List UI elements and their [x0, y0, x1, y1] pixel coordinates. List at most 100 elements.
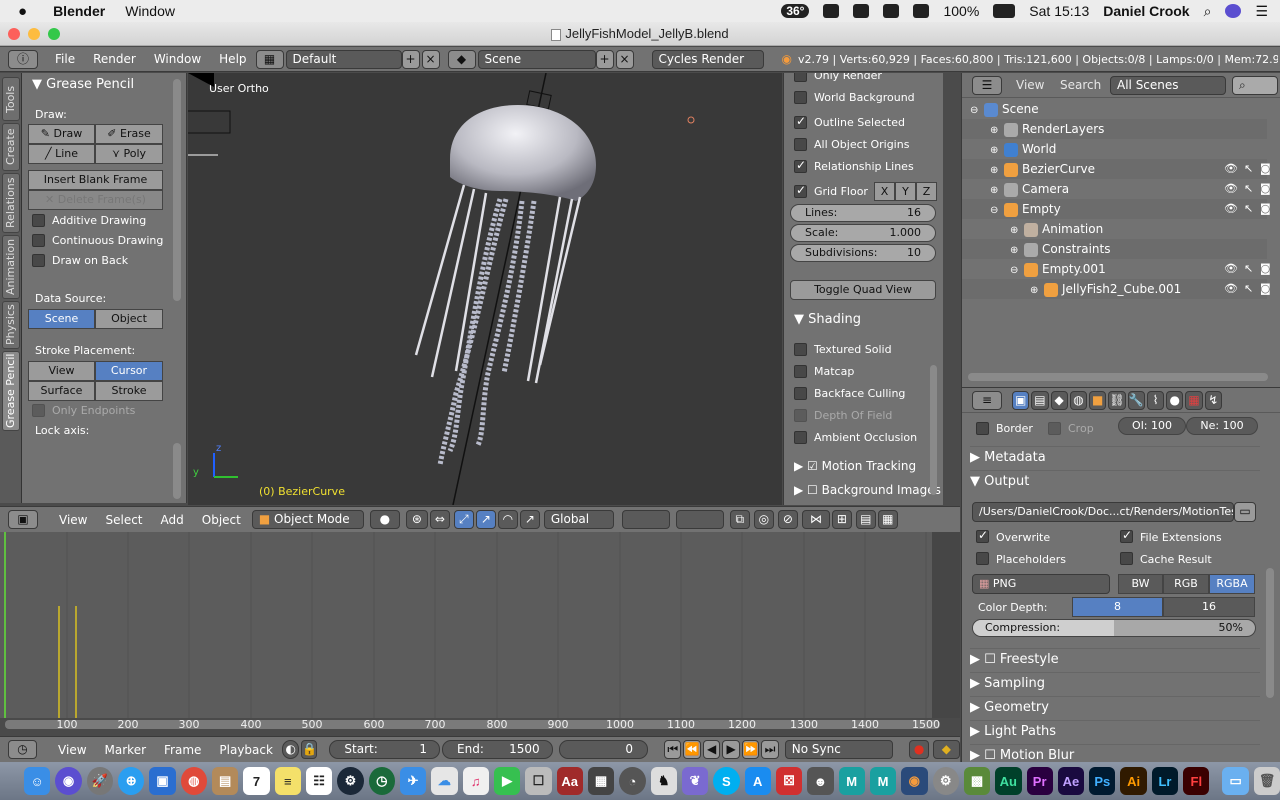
- audition-icon[interactable]: Au: [995, 767, 1022, 795]
- calculator-icon[interactable]: ▦: [587, 767, 615, 795]
- selectable-cursor-icon[interactable]: ↖: [1244, 199, 1253, 219]
- notes-icon[interactable]: ≡: [274, 767, 301, 795]
- timeline-area[interactable]: 100 200 300 400 500 600 700 800 900 1000 1100 1200 1…: [0, 532, 960, 736]
- menu-render[interactable]: Render: [84, 52, 145, 66]
- zoom-window-button[interactable]: [48, 28, 60, 40]
- tab-grease-pencil[interactable]: Grease Pencil: [2, 351, 20, 431]
- expand-toggle-icon[interactable]: ⊕: [990, 141, 1004, 161]
- play-reverse-button[interactable]: ◀: [702, 740, 721, 759]
- expand-toggle-icon[interactable]: ⊕: [1010, 241, 1024, 261]
- 3d-viewport[interactable]: User Ortho z y (0) BezierCurve: [188, 73, 782, 505]
- physics-tab-icon[interactable]: ↯: [1204, 391, 1222, 410]
- app-store-icon[interactable]: A: [744, 767, 771, 795]
- timeline-view-menu[interactable]: View: [49, 743, 95, 757]
- wifi-icon[interactable]: [913, 4, 930, 18]
- border-checkbox[interactable]: [976, 422, 989, 435]
- maya-icon[interactable]: M: [838, 767, 865, 795]
- placement-cursor-button[interactable]: Cursor: [95, 361, 163, 381]
- stopwatch-icon[interactable]: ◔: [619, 767, 646, 795]
- motion-tracking-panel-header[interactable]: ▶ ☑ Motion Tracking: [794, 459, 916, 473]
- start-frame-field[interactable]: Start: 1: [329, 740, 441, 759]
- shading-mode-button[interactable]: ●: [369, 510, 400, 529]
- clock[interactable]: Sat 15:13: [1029, 3, 1089, 19]
- ne-field[interactable]: Ne: 100: [1186, 417, 1258, 435]
- skype-icon[interactable]: S: [713, 767, 740, 795]
- lock-range-button[interactable]: 🔒: [301, 740, 318, 759]
- properties-editor-type-button[interactable]: ≡: [972, 391, 1002, 410]
- placeholders-checkbox[interactable]: [976, 552, 989, 565]
- render-tab-icon[interactable]: ▣: [1012, 391, 1030, 410]
- jump-end-button[interactable]: ⏭: [761, 740, 779, 759]
- chrome-icon[interactable]: ◍: [180, 767, 207, 795]
- renderable-camera-icon[interactable]: ◙: [1260, 179, 1271, 199]
- photos-icon[interactable]: ▣: [149, 767, 176, 795]
- minimize-window-button[interactable]: [28, 28, 40, 40]
- tab-physics[interactable]: Physics: [2, 301, 20, 349]
- cache-result-checkbox[interactable]: [1120, 552, 1133, 565]
- visibility-eye-icon[interactable]: 👁: [1224, 179, 1238, 199]
- selectable-cursor-icon[interactable]: ↖: [1244, 279, 1253, 299]
- background-images-panel-header[interactable]: ▶ ☐ Background Images: [794, 483, 941, 497]
- finder-icon[interactable]: ☺: [24, 767, 51, 795]
- selectable-cursor-icon[interactable]: ↖: [1244, 259, 1253, 279]
- add-menu[interactable]: Add: [152, 513, 193, 527]
- only-render-checkbox[interactable]: [794, 73, 807, 82]
- insert-blank-frame-button[interactable]: Insert Blank Frame: [28, 170, 163, 190]
- layer-buttons-a[interactable]: [621, 510, 670, 529]
- user-name[interactable]: Daniel Crook: [1103, 3, 1189, 19]
- renderable-camera-icon[interactable]: ◙: [1260, 279, 1271, 299]
- end-frame-field[interactable]: End: 1500: [442, 740, 553, 759]
- add-scene-button[interactable]: +: [595, 49, 614, 69]
- texture-tab-icon[interactable]: ▦: [1185, 391, 1203, 410]
- visibility-eye-icon[interactable]: 👁: [1224, 159, 1238, 179]
- properties-scrollbar[interactable]: [1266, 568, 1274, 698]
- outliner-row[interactable]: ⊕ Camera 👁 ↖ ◙: [962, 179, 1271, 201]
- menu-help[interactable]: Help: [210, 52, 255, 66]
- selectable-cursor-icon[interactable]: ↖: [1244, 159, 1253, 179]
- outliner-search-menu[interactable]: Search: [1060, 78, 1101, 92]
- cloud-app-icon[interactable]: ☁: [431, 767, 458, 795]
- object-menu[interactable]: Object: [193, 513, 250, 527]
- file-extensions-checkbox[interactable]: [1120, 528, 1133, 543]
- grid-floor-checkbox[interactable]: [794, 183, 807, 198]
- select-menu[interactable]: Select: [96, 513, 151, 527]
- matcap-checkbox[interactable]: [794, 365, 807, 378]
- expand-toggle-icon[interactable]: ⊖: [990, 201, 1004, 221]
- grid-scale-field[interactable]: Scale: 1.000: [790, 224, 936, 242]
- folder-browse-icon[interactable]: ▭: [1234, 502, 1256, 522]
- render-animation-button[interactable]: ▦: [877, 510, 898, 529]
- after-effects-icon[interactable]: Ae: [1057, 767, 1085, 795]
- data-source-object-button[interactable]: Object: [95, 309, 163, 329]
- expand-toggle-icon[interactable]: ⊕: [990, 161, 1004, 181]
- proportional-edit-button[interactable]: ◎: [753, 510, 774, 529]
- outliner-editor-type-button[interactable]: ☰: [972, 76, 1002, 95]
- line-button[interactable]: ╱ Line: [28, 144, 95, 164]
- rotate-arc-button[interactable]: ◠: [497, 510, 518, 529]
- selectable-cursor-icon[interactable]: ↖: [1244, 179, 1253, 199]
- apple-menu-icon[interactable]: ●: [0, 3, 37, 20]
- app-menu[interactable]: Blender: [37, 3, 115, 19]
- outliner-row[interactable]: ⊕ RenderLayers: [962, 119, 1267, 139]
- outliner-display-mode-select[interactable]: All Scenes: [1110, 76, 1226, 95]
- 3d-editor-type-button[interactable]: ▣: [8, 510, 38, 529]
- grid-axis-y-button[interactable]: Y: [895, 182, 916, 201]
- screen-layout-field[interactable]: Default: [285, 49, 402, 69]
- facetime-icon[interactable]: ▶: [493, 767, 521, 795]
- geometry-panel-header[interactable]: ▶ Geometry: [970, 696, 1260, 718]
- steam-icon[interactable]: ⚙: [337, 767, 364, 795]
- expand-toggle-icon[interactable]: ⊕: [990, 181, 1004, 201]
- expand-toggle-icon[interactable]: ⊖: [1010, 261, 1024, 281]
- shading-panel-header[interactable]: ▼ Shading: [794, 312, 861, 327]
- metadata-panel-header[interactable]: ▶ Metadata: [970, 446, 1260, 468]
- jump-keyframe-forward-button[interactable]: ⏩: [741, 740, 760, 759]
- color-bw-button[interactable]: BW: [1118, 574, 1163, 594]
- only-endpoints-checkbox[interactable]: [32, 404, 45, 417]
- scene-field[interactable]: Scene: [477, 49, 596, 69]
- color-rgba-button[interactable]: RGBA: [1209, 574, 1255, 594]
- outliner-row[interactable]: ⊕ JellyFish2_Cube.001 👁 ↖ ◙: [962, 279, 1271, 299]
- minecraft-icon[interactable]: ▩: [963, 767, 991, 795]
- dropbox-icon[interactable]: [823, 4, 840, 18]
- transform-orientation-select[interactable]: Global: [543, 510, 614, 529]
- maya-2-icon[interactable]: M: [869, 767, 897, 795]
- grid-lines-field[interactable]: Lines: 16: [790, 204, 936, 222]
